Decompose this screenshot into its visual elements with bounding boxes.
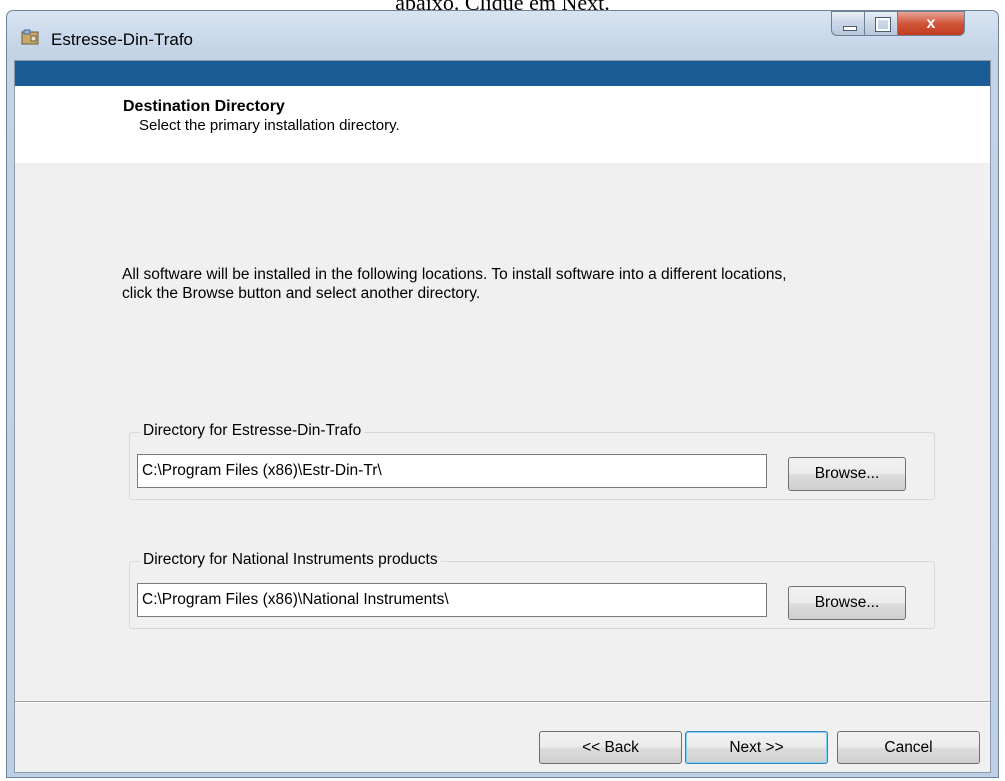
page-title: Destination Directory — [123, 98, 285, 115]
maximize-button[interactable] — [864, 11, 898, 36]
instructions-text: All software will be installed in the fo… — [122, 266, 787, 302]
close-button[interactable]: x — [897, 11, 965, 36]
install-path-field[interactable] — [137, 454, 767, 488]
installer-window: Estresse-Din-Trafo x Destination Directo… — [6, 10, 999, 778]
page-subtitle: Select the primary installation director… — [139, 117, 400, 134]
header-strip — [15, 61, 990, 86]
browse-button[interactable]: Browse... — [788, 586, 906, 620]
directory-group-label: Directory for Estresse-Din-Trafo — [140, 422, 365, 440]
directory-group-ni: Directory for National Instruments produ… — [129, 551, 935, 629]
ni-path-field[interactable] — [137, 583, 767, 617]
next-button[interactable]: Next >> — [685, 731, 828, 764]
directory-group-label: Directory for National Instruments produ… — [140, 551, 441, 569]
browse-button[interactable]: Browse... — [788, 457, 906, 491]
close-icon: x — [926, 15, 936, 32]
minimize-icon — [843, 26, 857, 31]
directory-group-estresse: Directory for Estresse-Din-Trafo Browse.… — [129, 422, 935, 500]
title-bar[interactable]: Estresse-Din-Trafo x — [7, 11, 998, 61]
cancel-button[interactable]: Cancel — [837, 731, 980, 764]
back-button[interactable]: << Back — [539, 731, 682, 764]
maximize-icon — [875, 17, 891, 32]
footer-separator — [15, 701, 990, 703]
window-title: Estresse-Din-Trafo — [51, 30, 194, 49]
wizard-client-area: Destination Directory Select the primary… — [14, 60, 991, 773]
minimize-button[interactable] — [831, 11, 865, 36]
installer-icon — [21, 29, 39, 45]
